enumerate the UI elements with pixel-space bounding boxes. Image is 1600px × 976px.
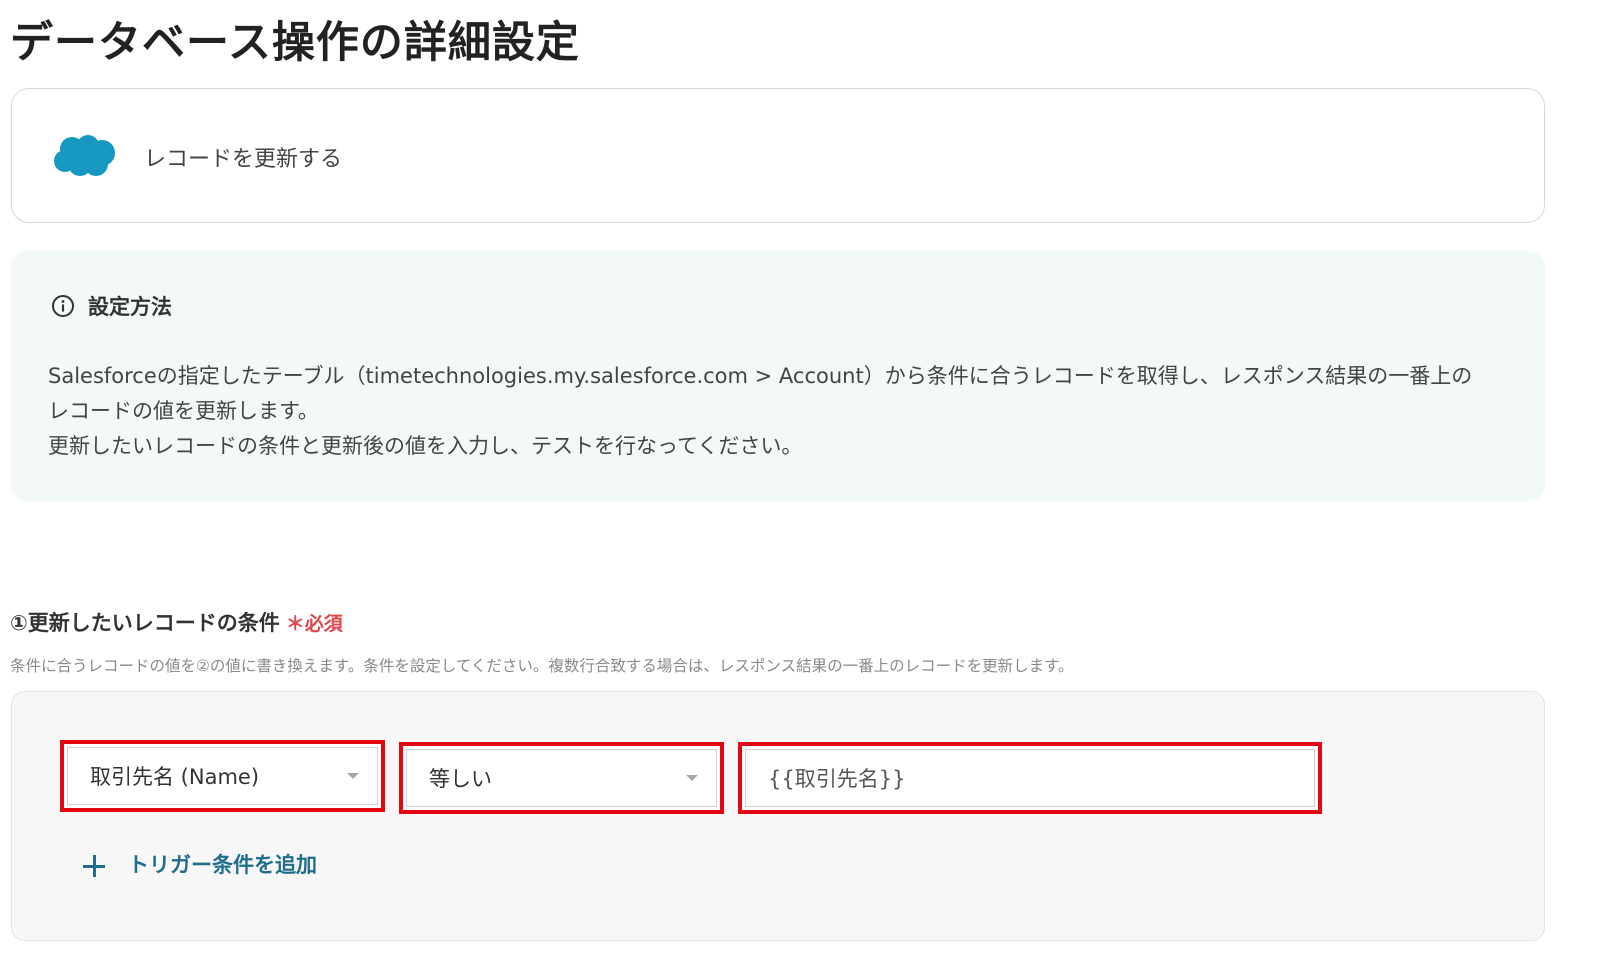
info-circle-icon	[52, 295, 74, 317]
field-select[interactable]: 取引先名 (Name)	[60, 740, 385, 812]
field-select-box[interactable]: 取引先名 (Name)	[67, 747, 378, 805]
instructions-body: Salesforceの指定したテーブル（timetechnologies.my.…	[48, 359, 1518, 464]
instructions-line: 更新したいレコードの条件と更新後の値を入力し、テストを行なってください。	[48, 434, 803, 458]
field-select-value: 取引先名 (Name)	[90, 765, 260, 789]
add-trigger-condition-button[interactable]: トリガー条件を追加	[82, 847, 317, 881]
instructions-heading: 設定方法	[88, 295, 172, 319]
chevron-down-icon[interactable]	[686, 775, 698, 781]
condition-value-text[interactable]: {{取引先名}}	[768, 763, 905, 793]
instructions-line: Salesforceの指定したテーブル（timetechnologies.my.…	[48, 364, 1473, 388]
page-title: データベース操作の詳細設定	[10, 18, 580, 68]
condition-section-description: 条件に合うレコードの値を②の値に書き換えます。条件を設定してください。複数行合致…	[10, 657, 1074, 675]
plus-icon	[82, 854, 106, 878]
chevron-down-icon[interactable]	[347, 773, 359, 779]
operator-select-box[interactable]: 等しい	[406, 749, 717, 807]
operator-select[interactable]: 等しい	[399, 742, 724, 814]
condition-value-input[interactable]: {{取引先名}}	[738, 742, 1322, 814]
operator-select-value: 等しい	[429, 767, 492, 791]
instructions-line: レコードの値を更新します。	[48, 399, 319, 423]
salesforce-cloud-logo-icon	[54, 135, 115, 176]
app-action-card[interactable]: レコードを更新する	[11, 88, 1545, 223]
setup-instructions-box: 設定方法 Salesforceの指定したテーブル（timetechnologie…	[11, 251, 1545, 501]
condition-section-title-text: ①更新したいレコードの条件	[10, 611, 280, 635]
condition-section-title: ①更新したいレコードの条件 ＊必須	[10, 607, 343, 637]
action-label: レコードを更新する	[144, 147, 343, 172]
condition-panel	[11, 691, 1545, 941]
condition-value-box[interactable]: {{取引先名}}	[745, 749, 1315, 807]
required-badge: ＊必須	[285, 613, 343, 635]
add-trigger-condition-label: トリガー条件を追加	[128, 853, 317, 877]
